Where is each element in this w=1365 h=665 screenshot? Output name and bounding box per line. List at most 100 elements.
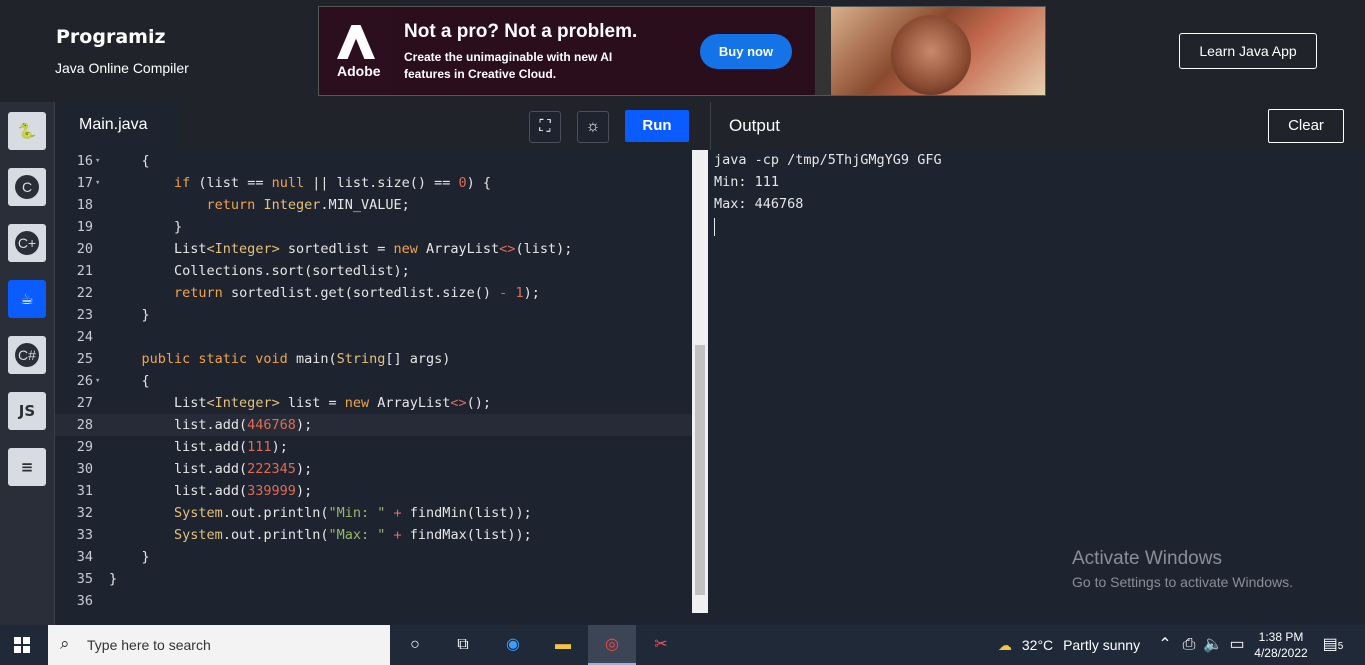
volume-icon[interactable]: 🔈 xyxy=(1200,633,1226,657)
page-subtitle: Java Online Compiler xyxy=(55,60,189,76)
code-text: System.out.println("Max: " + findMax(lis… xyxy=(174,527,532,543)
network-icon[interactable]: ▭ xyxy=(1224,633,1250,657)
search-placeholder: Type here to search xyxy=(87,637,211,653)
output-title: Output xyxy=(729,116,781,135)
code-line[interactable]: 29 list.add(111); xyxy=(55,436,692,458)
code-text: list.add(111); xyxy=(109,439,288,455)
weather-icon: ☁ xyxy=(998,637,1012,653)
code-line[interactable]: 34 } xyxy=(55,546,692,568)
notification-icon[interactable]: ▤5 xyxy=(1320,633,1346,657)
clock[interactable]: 1:38 PM 4/28/2022 xyxy=(1252,629,1310,661)
python-icon[interactable]: 🐍 xyxy=(8,112,46,150)
code-text: } xyxy=(109,571,118,587)
theme-toggle-icon[interactable]: ☼ xyxy=(577,111,609,143)
code-line[interactable]: 21 Collections.sort(sortedlist); xyxy=(55,260,692,282)
database-icon[interactable]: ≡ xyxy=(8,448,46,486)
line-number: 31 xyxy=(76,483,93,499)
weather-widget[interactable]: ☁ 32°C Partly sunny xyxy=(998,637,1140,654)
fold-icon[interactable]: ▾ xyxy=(95,172,100,194)
code-text: List<Integer> sortedlist = new ArrayList… xyxy=(109,241,573,257)
line-number: 20 xyxy=(76,241,93,257)
line-number: 24 xyxy=(76,329,93,345)
snipping-tool-icon[interactable]: ✂ xyxy=(648,633,674,657)
line-number: 34 xyxy=(76,549,93,565)
buy-now-button[interactable]: Buy now xyxy=(700,34,792,69)
code-line[interactable]: 33 System.out.println("Max: " + findMax(… xyxy=(55,524,692,546)
tab-main-java[interactable]: Main.java xyxy=(55,102,179,150)
adobe-ad-banner[interactable]: Adobe Not a pro? Not a problem. Create t… xyxy=(318,6,1046,96)
code-line[interactable]: 20 List<Integer> sortedlist = new ArrayL… xyxy=(55,238,692,260)
task-view-icon[interactable]: ⧉ xyxy=(450,633,476,657)
line-number: 19 xyxy=(76,219,93,235)
code-line[interactable]: 28 list.add(446768); xyxy=(55,414,692,436)
date: 4/28/2022 xyxy=(1254,646,1308,660)
editor-scrollbar[interactable] xyxy=(692,150,708,613)
code-line[interactable]: 23 } xyxy=(55,304,692,326)
line-number: 32 xyxy=(76,505,93,521)
code-line[interactable]: 25 public static void main(String[] args… xyxy=(55,348,692,370)
run-button[interactable]: Run xyxy=(625,110,689,142)
code-line[interactable]: 17 ▾ if (list == null || list.size() == 0… xyxy=(55,172,692,194)
language-sidebar: 🐍 C C+ ☕ C# JS ≡ xyxy=(0,102,55,625)
meet-icon[interactable]: ⎙ xyxy=(1176,633,1202,657)
code-line[interactable]: 31 list.add(339999); xyxy=(55,480,692,502)
line-number: 23 xyxy=(76,307,93,323)
output-toolbar: Output Clear xyxy=(710,102,1365,150)
code-line[interactable]: 30 list.add(222345); xyxy=(55,458,692,480)
ad-portrait-image xyxy=(831,7,1045,95)
line-number: 35 xyxy=(76,571,93,587)
code-line[interactable]: 27 List<Integer> list = new ArrayList<>(… xyxy=(55,392,692,414)
adobe-logo: Adobe xyxy=(319,7,393,95)
java-icon[interactable]: ☕ xyxy=(8,280,46,318)
activate-windows-watermark: Activate Windows Go to Settings to activ… xyxy=(1072,548,1293,590)
line-number: 30 xyxy=(76,461,93,477)
cortana-icon[interactable]: ○ xyxy=(402,633,428,657)
javascript-icon[interactable]: JS xyxy=(8,392,46,430)
c-icon[interactable]: C xyxy=(8,168,46,206)
line-number: 33 xyxy=(76,527,93,543)
fold-icon[interactable]: ▾ xyxy=(95,370,100,392)
code-text: { xyxy=(109,153,150,169)
code-line[interactable]: 22 return sortedlist.get(sortedlist.size… xyxy=(55,282,692,304)
code-line[interactable]: 36 xyxy=(55,590,692,612)
chevron-up-icon[interactable]: ⌃ xyxy=(1152,633,1178,657)
output-console[interactable]: java -cp /tmp/5ThjGMgYG9 GFG Min: 111 Ma… xyxy=(710,150,1365,625)
code-text: if (list == null || list.size() == 0) { xyxy=(174,175,492,191)
taskbar-search[interactable]: ⌕ Type here to search xyxy=(48,625,390,665)
code-line[interactable]: 24 xyxy=(55,326,692,348)
programiz-logo[interactable]: Programiz xyxy=(56,26,166,48)
line-number: 16 xyxy=(76,153,93,169)
line-number: 29 xyxy=(76,439,93,455)
learn-java-app-button[interactable]: Learn Java App xyxy=(1179,33,1317,69)
line-number: 25 xyxy=(76,351,93,367)
code-line[interactable]: 26 ▾ { xyxy=(55,370,692,392)
line-number: 26 xyxy=(76,373,93,389)
code-editor[interactable]: 16 ▾ {17 ▾ if (list == null || list.size()… xyxy=(55,150,692,613)
code-text: Collections.sort(sortedlist); xyxy=(109,263,410,279)
fold-icon[interactable]: ▾ xyxy=(95,150,100,172)
clear-button[interactable]: Clear xyxy=(1268,109,1344,143)
chrome-icon[interactable]: ◎ xyxy=(599,633,625,657)
code-line[interactable]: 18 return Integer.MIN_VALUE; xyxy=(55,194,692,216)
watermark-title: Activate Windows xyxy=(1072,548,1222,569)
windows-start-icon[interactable] xyxy=(14,637,30,653)
code-line[interactable]: 16 ▾ { xyxy=(55,150,692,172)
adobe-brand-text: Adobe xyxy=(337,63,381,79)
csharp-icon[interactable]: C# xyxy=(8,336,46,374)
cpp-icon[interactable]: C+ xyxy=(8,224,46,262)
file-explorer-icon[interactable]: ▬ xyxy=(550,633,576,657)
line-number: 22 xyxy=(76,285,93,301)
code-text: { xyxy=(109,373,150,389)
code-text: list.add(446768); xyxy=(109,417,313,433)
code-text: List<Integer> list = new ArrayList<>(); xyxy=(109,395,492,411)
code-line[interactable]: 32 System.out.println("Min: " + findMin(… xyxy=(55,502,692,524)
scrollbar-thumb[interactable] xyxy=(695,345,705,595)
code-line[interactable]: 19 } xyxy=(55,216,692,238)
code-text: } xyxy=(109,549,150,565)
code-text: } xyxy=(109,219,183,235)
line-number: 18 xyxy=(76,197,93,213)
ad-body: Create the unimaginable with new AI feat… xyxy=(404,50,613,81)
fullscreen-icon[interactable]: ⛶ xyxy=(529,111,561,143)
edge-icon[interactable]: ◉ xyxy=(500,633,526,657)
code-line[interactable]: 35} xyxy=(55,568,692,590)
